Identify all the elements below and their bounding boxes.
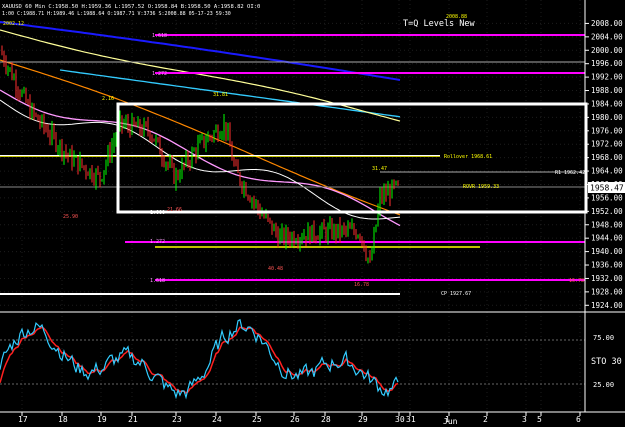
time-tick-label: 29: [358, 415, 368, 424]
price-tick-label: 2000.00: [591, 46, 623, 55]
level-label: CP 1927.67: [441, 291, 471, 297]
left-badge: 2002.12: [3, 21, 24, 27]
price-tick-label: 2008.00: [591, 19, 623, 28]
price-note: 16.78: [569, 278, 584, 284]
level-label: 1.272: [150, 239, 165, 245]
time-tick-label: 23: [172, 415, 182, 424]
time-tick-label: 28: [321, 415, 331, 424]
time-tick-label: 5: [537, 415, 542, 424]
current-price-label: 1958.47: [590, 184, 624, 193]
price-tick-label: 1936.00: [591, 261, 623, 270]
time-tick-label: 25: [252, 415, 262, 424]
price-tick-label: 1924.00: [591, 301, 623, 310]
level-label: ROVR 1959.33: [463, 184, 499, 190]
time-tick-label: 18: [58, 415, 68, 424]
month-label: Jun: [443, 417, 458, 426]
oscillator-tick: 25.00: [593, 381, 614, 389]
price-tick-label: 2004.00: [591, 32, 623, 41]
time-tick-label: 30: [395, 415, 405, 424]
price-tick-label: 1940.00: [591, 247, 623, 256]
level-label: 1.618: [150, 278, 165, 284]
time-tick-label: 31: [406, 415, 416, 424]
price-tick-label: 1968.00: [591, 153, 623, 162]
time-tick-label: 17: [18, 415, 28, 424]
price-tick-label: 1944.00: [591, 234, 623, 243]
price-note: 16.78: [354, 282, 369, 288]
price-tick-label: 1928.00: [591, 287, 623, 296]
oscillator-tick: 75.00: [593, 334, 614, 342]
price-tick-label: 1948.00: [591, 220, 623, 229]
price-tick-label: 1980.00: [591, 113, 623, 122]
level-label: Rollover 1968.61: [444, 154, 492, 160]
price-note: 2008.88: [446, 14, 467, 20]
header-symbol-line: XAUUSD 60 Min C:1958.50 H:1959.36 L:1957…: [2, 4, 260, 10]
price-tick-label: 1952.00: [591, 207, 623, 216]
price-note: 31.47: [372, 166, 387, 172]
price-note: 2.16: [102, 96, 114, 102]
level-label: 1.000: [150, 210, 165, 216]
price-note: 25.90: [63, 214, 78, 220]
price-tick-label: 1984.00: [591, 99, 623, 108]
level-label: 1.272: [152, 71, 167, 77]
price-tick-label: 1972.00: [591, 140, 623, 149]
time-tick-label: 19: [97, 415, 107, 424]
header-sub-line: 1:00 C:1988.71 H:1989.46 L:1988.64 O:198…: [2, 11, 231, 17]
time-tick-label: 26: [290, 415, 300, 424]
price-tick-label: 1956.00: [591, 193, 623, 202]
price-chart: 2008.00 2004.00 2000.00 1996.00 1992.00 1988.…: [0, 0, 625, 427]
annotation-title: T=Q Levels New: [403, 19, 476, 29]
price-note: 40.48: [268, 266, 283, 272]
price-tick-label: 1988.00: [591, 86, 623, 95]
price-note: 31.81: [213, 92, 228, 98]
price-tick-label: 1932.00: [591, 274, 623, 283]
price-note: 21.66: [167, 207, 182, 213]
time-tick-label: 3: [522, 415, 527, 424]
oscillator-label: STO 30: [591, 357, 622, 367]
price-tick-label: 1996.00: [591, 59, 623, 68]
time-tick-label: 24: [212, 415, 222, 424]
time-tick-label: 6: [576, 415, 581, 424]
price-tick-label: 1992.00: [591, 73, 623, 82]
level-label: R1 1962.42: [555, 170, 585, 176]
time-tick-label: 2: [483, 415, 488, 424]
level-label: 1.618: [152, 33, 167, 39]
time-tick-label: 21: [128, 415, 138, 424]
price-tick-label: 1976.00: [591, 126, 623, 135]
price-tick-label: 1964.00: [591, 167, 623, 176]
